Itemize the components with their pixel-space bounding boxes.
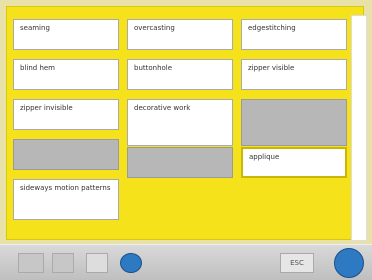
tile-decorative-work[interactable]: decorative work bbox=[127, 99, 233, 146]
scroll-area bbox=[351, 15, 367, 241]
tile-blind-hem[interactable]: blind hem bbox=[13, 59, 119, 90]
home-icon[interactable] bbox=[86, 253, 108, 273]
gray-icon[interactable] bbox=[52, 253, 74, 273]
tile-edgestitching[interactable]: edgestitching bbox=[241, 19, 347, 50]
circle-icon[interactable] bbox=[334, 248, 364, 278]
tile-disabled-3 bbox=[127, 147, 233, 178]
tile-disabled-1 bbox=[241, 99, 347, 146]
bottom-toolbar: ESC bbox=[0, 244, 372, 280]
blue-icon[interactable] bbox=[120, 253, 142, 273]
tile-overcasting[interactable]: overcasting bbox=[127, 19, 233, 50]
screen: seaming overcasting edgestitching blind … bbox=[0, 0, 372, 280]
tile-seaming[interactable]: seaming bbox=[13, 19, 119, 50]
tile-sideways-motion-patterns[interactable]: sideways motion patterns bbox=[13, 179, 119, 220]
tile-buttonhole[interactable]: buttonhole bbox=[127, 59, 233, 90]
main-panel: seaming overcasting edgestitching blind … bbox=[6, 6, 367, 241]
esc-button[interactable]: ESC bbox=[280, 253, 314, 273]
tile-zipper-invisible[interactable]: zipper invisible bbox=[13, 99, 119, 130]
tile-applique[interactable]: applique bbox=[241, 147, 347, 178]
tile-disabled-2 bbox=[13, 139, 119, 170]
tile-zipper-visible[interactable]: zipper visible bbox=[241, 59, 347, 90]
machine-icon[interactable] bbox=[18, 253, 44, 273]
